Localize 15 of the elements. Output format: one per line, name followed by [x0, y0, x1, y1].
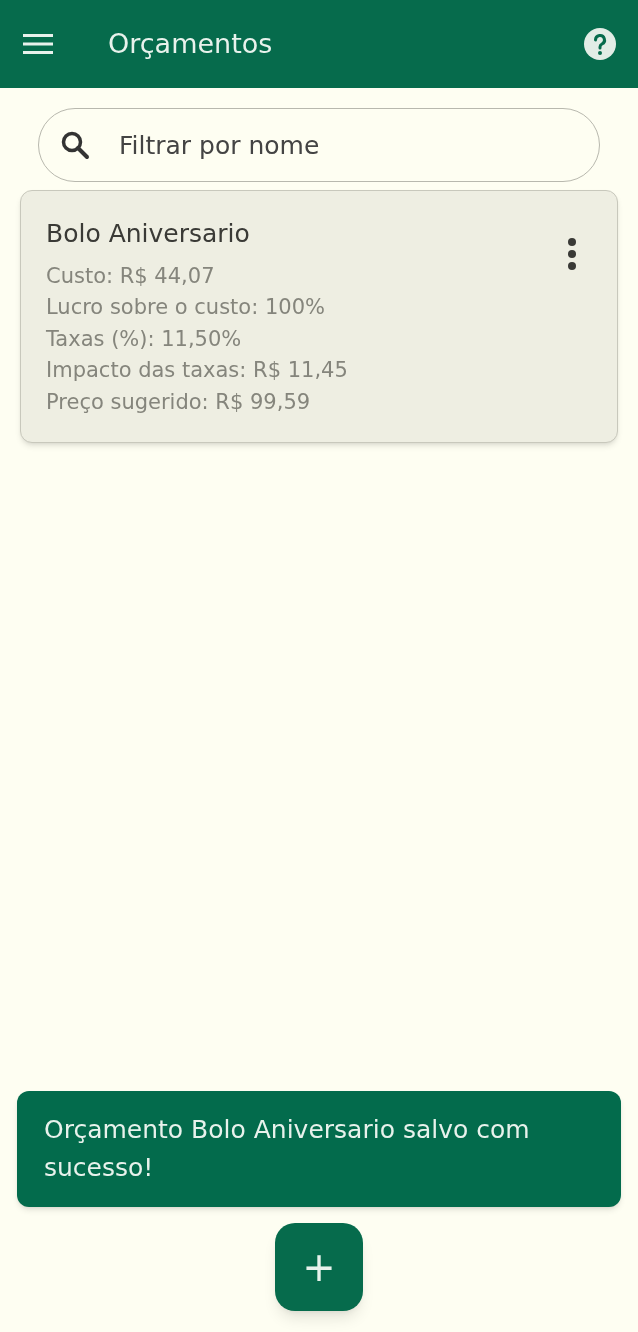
budget-card[interactable]: Bolo Aniversario Custo: R$ 44,07 Lucro sobre o custo: 100% Taxas (%): 11,50% Impacto das taxas: R$ 11,45 Preço sugerido: R$ 99,59: [20, 190, 618, 443]
help-icon[interactable]: [584, 28, 616, 60]
add-button[interactable]: +: [275, 1223, 363, 1311]
card-detail: Taxas (%): 11,50%: [46, 325, 243, 353]
card-detail: Impacto das taxas: R$ 11,45: [46, 357, 349, 384]
search-icon: [60, 130, 90, 160]
card-detail: Custo: R$ 44,07: [46, 262, 216, 290]
card-title: Bolo Aniversario: [46, 218, 251, 250]
app-bar-title: Orçamentos: [108, 26, 274, 61]
card-detail: Lucro sobre o custo: 100%: [46, 294, 326, 321]
search-field[interactable]: Filtrar por nome: [38, 108, 600, 182]
menu-icon[interactable]: [22, 32, 54, 56]
more-options-icon[interactable]: [567, 237, 577, 271]
card-detail: Preço sugerido: R$ 99,59: [46, 388, 312, 416]
snackbar-message: Orçamento Bolo Aniversario salvo com sucesso!: [44, 1114, 531, 1184]
